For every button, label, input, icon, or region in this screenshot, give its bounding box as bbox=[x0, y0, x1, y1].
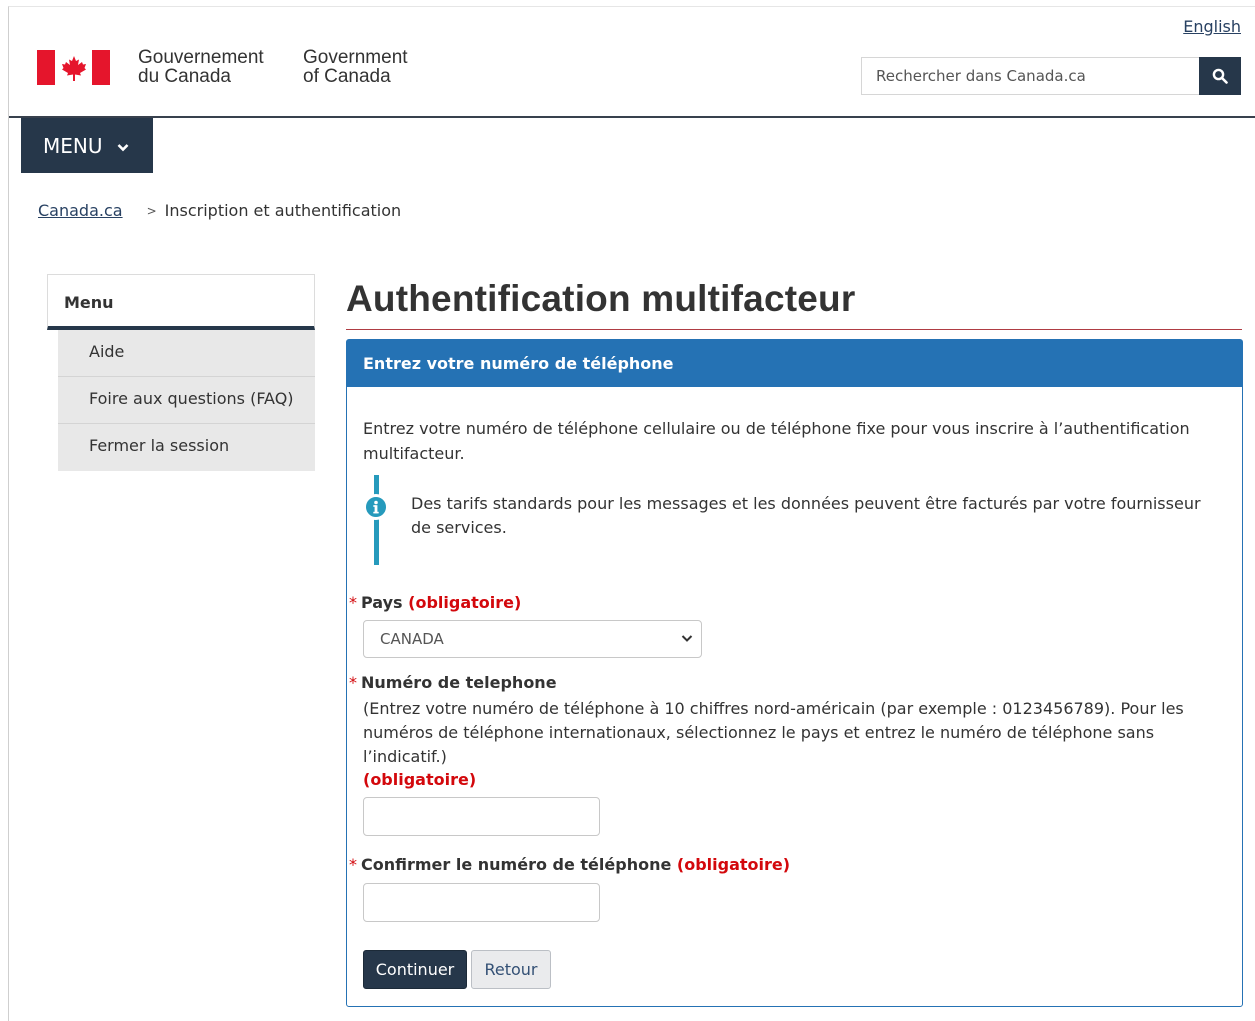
header-divider bbox=[9, 116, 1255, 118]
sidenav-item-logout[interactable]: Fermer la session bbox=[58, 424, 315, 471]
sidenav-item-faq[interactable]: Foire aux questions (FAQ) bbox=[58, 377, 315, 424]
country-select-value: CANADA bbox=[380, 630, 444, 648]
breadcrumb-current: Inscription et authentification bbox=[164, 201, 402, 220]
continue-button[interactable]: Continuer bbox=[363, 950, 467, 989]
canada-flag-logo bbox=[37, 50, 110, 85]
confirm-phone-label: * Confirmer le numéro de téléphone (oblig… bbox=[349, 855, 790, 874]
breadcrumb-home-link[interactable]: Canada.ca bbox=[38, 201, 123, 220]
info-icon bbox=[363, 494, 389, 520]
confirm-required-text: (obligatoire) bbox=[676, 855, 791, 874]
phone-input[interactable] bbox=[363, 797, 600, 836]
confirm-phone-input[interactable] bbox=[363, 883, 600, 922]
breadcrumb: Canada.ca > Inscription et authentificat… bbox=[38, 201, 401, 220]
phone-help-text: (Entrez votre numéro de téléphone à 10 c… bbox=[363, 699, 1184, 766]
country-required-text: (obligatoire) bbox=[408, 593, 522, 612]
country-label-text: Pays bbox=[361, 593, 403, 612]
country-label: * Pays (obligatoire) bbox=[349, 593, 521, 612]
search-input[interactable] bbox=[861, 57, 1200, 95]
info-alert: Des tarifs standards pour les messages e… bbox=[361, 475, 1227, 565]
phone-panel: Entrez votre numéro de téléphone Entrez … bbox=[346, 339, 1243, 1007]
menu-label: MENU bbox=[43, 133, 103, 158]
signature-french: Gouvernement du Canada bbox=[138, 47, 264, 87]
required-marker: * bbox=[349, 673, 357, 692]
maple-leaf-icon bbox=[61, 55, 86, 81]
sidenav-title: Menu bbox=[47, 274, 315, 330]
required-marker: * bbox=[349, 855, 357, 874]
phone-label: * Numéro de telephone bbox=[349, 673, 557, 692]
title-underline bbox=[346, 329, 1242, 330]
info-text: Des tarifs standards pour les messages e… bbox=[411, 494, 1201, 537]
language-toggle-link[interactable]: English bbox=[1183, 17, 1241, 36]
search-icon bbox=[1212, 68, 1228, 84]
phone-required-text: (obligatoire) bbox=[363, 770, 477, 789]
phone-label-text: Numéro de telephone bbox=[361, 673, 557, 692]
intro-text: Entrez votre numéro de téléphone cellula… bbox=[363, 419, 1190, 463]
side-navigation: Menu Aide Foire aux questions (FAQ) Ferm… bbox=[47, 274, 315, 471]
chevron-down-icon bbox=[681, 635, 693, 642]
panel-title: Entrez votre numéro de téléphone bbox=[347, 340, 1242, 387]
search-button[interactable] bbox=[1199, 57, 1241, 95]
chevron-down-icon bbox=[117, 143, 128, 151]
sidenav-item-aide[interactable]: Aide bbox=[58, 330, 315, 377]
page-title: Authentification multifacteur bbox=[346, 278, 856, 319]
menu-button[interactable]: MENU bbox=[21, 118, 153, 173]
confirm-phone-label-text: Confirmer le numéro de téléphone bbox=[361, 855, 672, 874]
required-marker: * bbox=[349, 593, 357, 612]
signature-english: Government of Canada bbox=[303, 47, 408, 87]
country-select[interactable]: CANADA bbox=[363, 620, 702, 658]
breadcrumb-separator: > bbox=[146, 203, 157, 218]
back-button[interactable]: Retour bbox=[471, 950, 551, 989]
